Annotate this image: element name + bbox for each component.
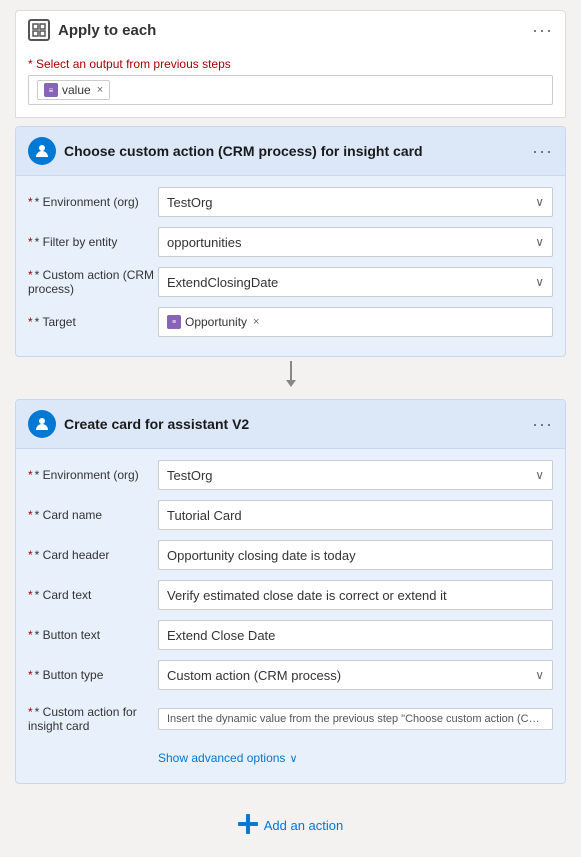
action2-cardname-label: ** Card name — [28, 508, 158, 522]
action2-btntype-control[interactable]: Custom action (CRM process) ∨ — [158, 660, 553, 690]
opportunity-text: Opportunity — [185, 315, 247, 329]
action2-cardname-row: ** Card name Tutorial Card — [28, 499, 553, 531]
action2-insightaction-control[interactable]: Insert the dynamic value from the previo… — [158, 708, 553, 730]
action2-cardtext-label: ** Card text — [28, 588, 158, 602]
action1-env-value: TestOrg — [167, 195, 531, 210]
action2-cardheader-value: Opportunity closing date is today — [167, 548, 544, 563]
action1-filter-row: ** Filter by entity opportunities ∨ — [28, 226, 553, 258]
action2-btntype-label: ** Button type — [28, 668, 158, 682]
action2-btntext-control[interactable]: Extend Close Date — [158, 620, 553, 650]
select-output-section: * Select an output from previous steps v… — [15, 49, 566, 118]
action2-dots-menu[interactable]: ··· — [532, 414, 553, 435]
action1-custom-control[interactable]: ExtendClosingDate ∨ — [158, 267, 553, 297]
action2-cardheader-row: ** Card header Opportunity closing date … — [28, 539, 553, 571]
action2-cardname-value: Tutorial Card — [167, 508, 544, 523]
connector — [286, 359, 296, 389]
action1-icon — [28, 137, 56, 165]
connector-arrow — [286, 380, 296, 387]
select-output-label: * Select an output from previous steps — [28, 57, 553, 71]
action2-title: Create card for assistant V2 — [64, 416, 249, 432]
action2-cardtext-value: Verify estimated close date is correct o… — [167, 588, 544, 603]
action2-btntype-value: Custom action (CRM process) — [167, 668, 531, 683]
action2-btntext-row: ** Button text Extend Close Date — [28, 619, 553, 651]
action2-env-arrow: ∨ — [535, 468, 544, 482]
action1-target-control[interactable]: ≡ Opportunity × — [158, 307, 553, 337]
opportunity-tag: ≡ Opportunity × — [167, 315, 259, 329]
action1-env-arrow: ∨ — [535, 195, 544, 209]
action2-env-row: ** Environment (org) TestOrg ∨ — [28, 459, 553, 491]
advanced-options-label: Show advanced options — [158, 751, 285, 765]
action2-btntype-arrow: ∨ — [535, 668, 544, 682]
add-action-label: Add an action — [264, 818, 344, 833]
action2-form: ** Environment (org) TestOrg ∨ ** Card n… — [16, 449, 565, 783]
tag-icon — [44, 83, 58, 97]
action2-env-value: TestOrg — [167, 468, 531, 483]
action2-btntext-value: Extend Close Date — [167, 628, 544, 643]
action2-insightaction-label: ** Custom action for insight card — [28, 705, 158, 733]
action2-btntype-row: ** Button type Custom action (CRM proces… — [28, 659, 553, 691]
action2-insightaction-row: ** Custom action for insight card Insert… — [28, 699, 553, 739]
apply-icon — [28, 19, 50, 41]
action1-custom-label: ** Custom action (CRM process) — [28, 268, 158, 296]
value-tag: value × — [37, 80, 110, 100]
action2-cardname-control[interactable]: Tutorial Card — [158, 500, 553, 530]
opportunity-icon: ≡ — [167, 315, 181, 329]
action2-cardheader-label: ** Card header — [28, 548, 158, 562]
action2-env-label: ** Environment (org) — [28, 468, 158, 482]
action2-cardtext-control[interactable]: Verify estimated close date is correct o… — [158, 580, 553, 610]
add-action-icon — [238, 814, 258, 837]
action2-btntext-label: ** Button text — [28, 628, 158, 642]
add-action-wrapper: Add an action — [238, 814, 344, 837]
action1-title: Choose custom action (CRM process) for i… — [64, 143, 423, 159]
action1-filter-label: ** Filter by entity — [28, 235, 158, 249]
action1-env-label: ** Environment (org) — [28, 195, 158, 209]
action1-target-row: ** Target ≡ Opportunity × — [28, 306, 553, 338]
action1-filter-control[interactable]: opportunities ∨ — [158, 227, 553, 257]
action2-cardtext-row: ** Card text Verify estimated close date… — [28, 579, 553, 611]
action1-custom-arrow: ∨ — [535, 275, 544, 289]
action-block-create-card: Create card for assistant V2 ··· ** Envi… — [15, 399, 566, 784]
advanced-options[interactable]: Show advanced options ∨ — [158, 747, 553, 773]
action1-env-row: ** Environment (org) TestOrg ∨ — [28, 186, 553, 218]
advanced-chevron-icon: ∨ — [289, 752, 297, 765]
action-block2-header: Create card for assistant V2 ··· — [16, 400, 565, 449]
action2-cardheader-control[interactable]: Opportunity closing date is today — [158, 540, 553, 570]
action1-dots-menu[interactable]: ··· — [532, 141, 553, 162]
action1-filter-value: opportunities — [167, 235, 531, 250]
apply-dots-menu[interactable]: ··· — [532, 20, 553, 41]
action2-env-control[interactable]: TestOrg ∨ — [158, 460, 553, 490]
apply-to-each-header: Apply to each ··· — [15, 10, 566, 49]
action-block-choose-custom: Choose custom action (CRM process) for i… — [15, 126, 566, 357]
select-output-input[interactable]: value × — [28, 75, 553, 105]
add-action-button[interactable]: Add an action — [238, 814, 344, 837]
action1-form: ** Environment (org) TestOrg ∨ ** Filter… — [16, 176, 565, 356]
connector-line — [290, 361, 292, 381]
action1-env-control[interactable]: TestOrg ∨ — [158, 187, 553, 217]
apply-title: Apply to each — [58, 22, 156, 39]
action1-custom-value: ExtendClosingDate — [167, 275, 531, 290]
action-block1-header: Choose custom action (CRM process) for i… — [16, 127, 565, 176]
action1-custom-row: ** Custom action (CRM process) ExtendClo… — [28, 266, 553, 298]
opportunity-close[interactable]: × — [253, 316, 259, 328]
action1-filter-arrow: ∨ — [535, 235, 544, 249]
tag-text: value — [62, 83, 91, 97]
action2-icon — [28, 410, 56, 438]
tag-close[interactable]: × — [97, 84, 103, 96]
action1-target-label: ** Target — [28, 315, 158, 329]
